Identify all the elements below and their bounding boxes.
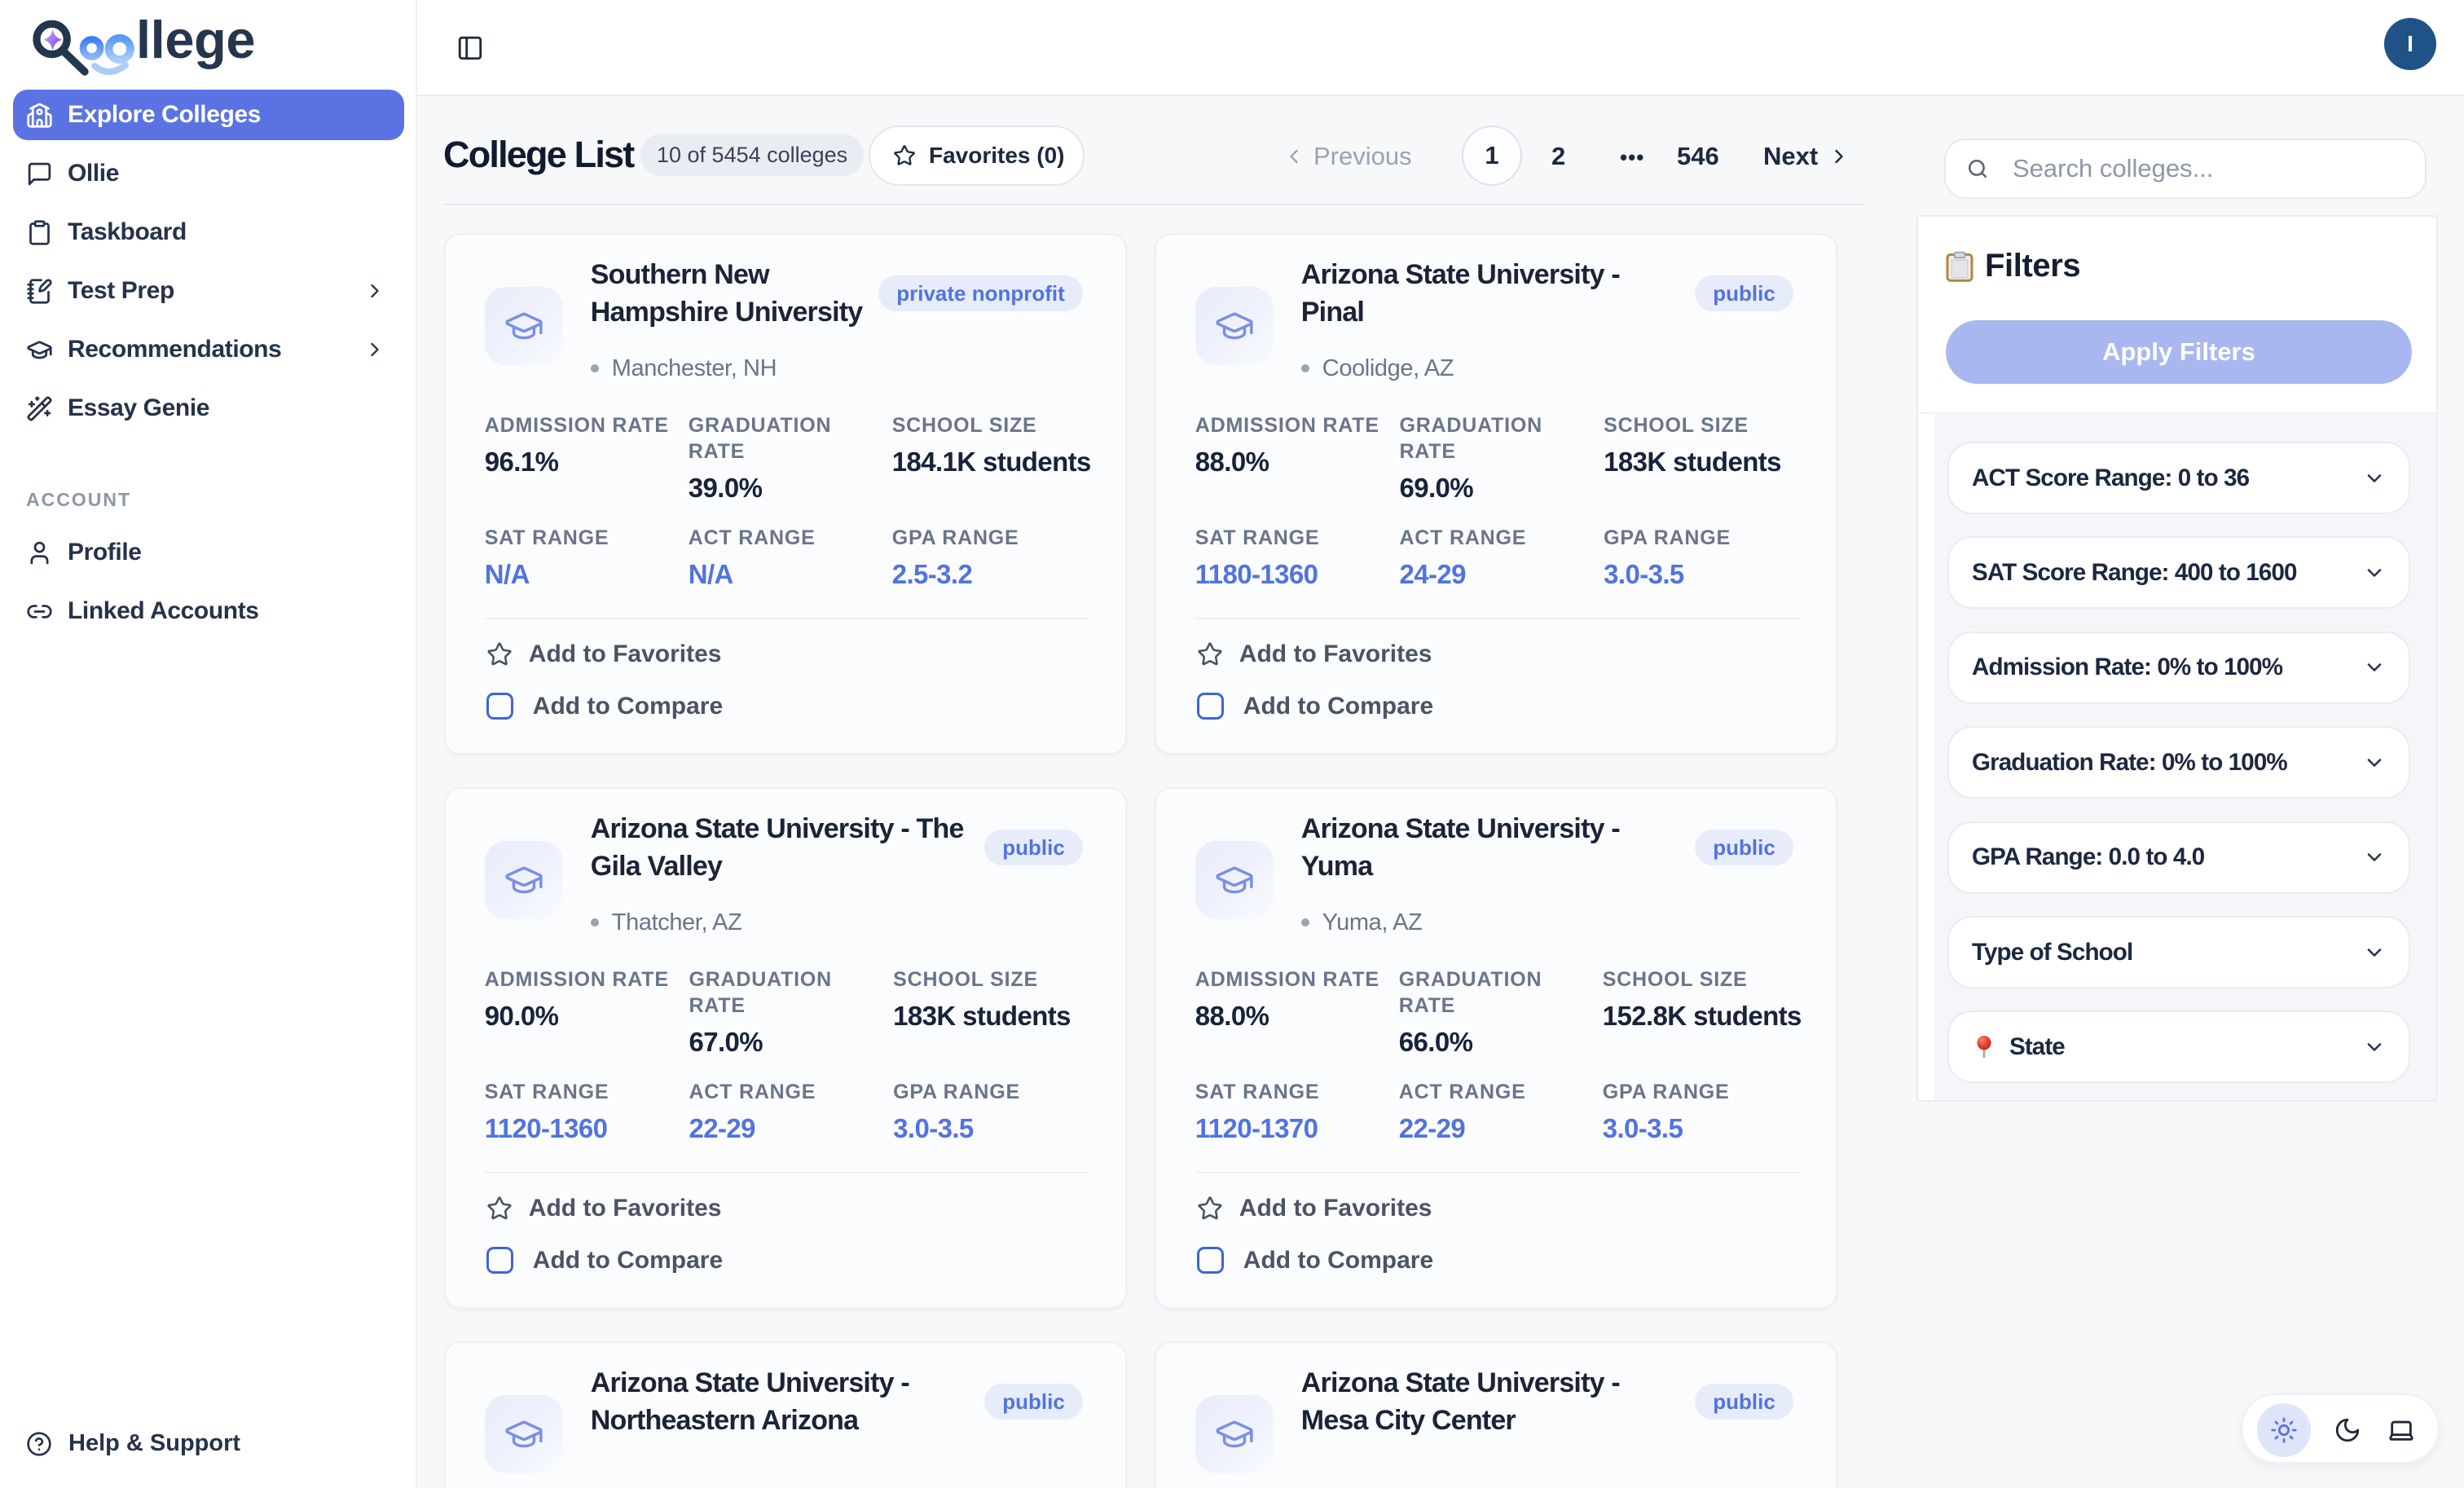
svg-text:llege: llege [136, 15, 255, 69]
